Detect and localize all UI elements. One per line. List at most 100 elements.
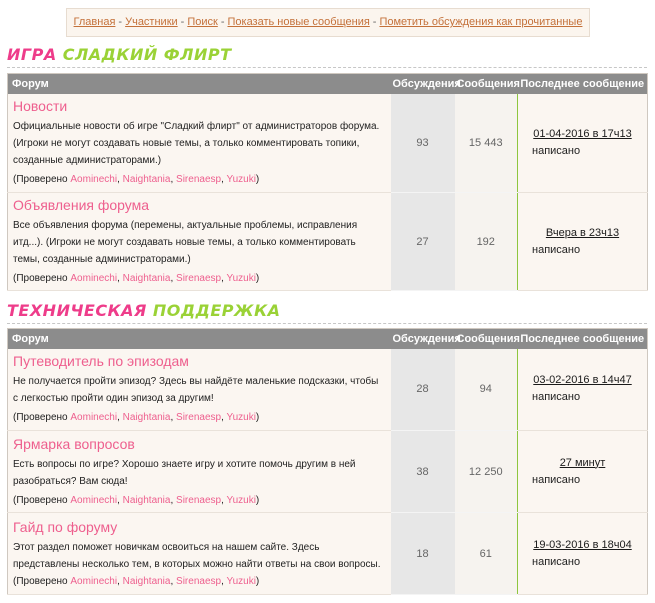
forum-title-link[interactable]: Новости <box>13 97 67 115</box>
forum-description: Все объявления форума (перемены, актуаль… <box>13 220 358 265</box>
header-forum: Форум <box>7 328 391 349</box>
last-post-author: написано <box>532 473 581 486</box>
forum-cell: Объявления форума Все объявления форума … <box>7 192 391 291</box>
nav-separator: - <box>220 16 225 28</box>
header-last-post: Последнее сообщение <box>517 328 648 349</box>
moderators-prefix: (Проверено <box>13 174 68 186</box>
moderator-link[interactable]: Aominechi <box>70 495 117 506</box>
forum-description: Есть вопросы по игре? Хорошо знаете игру… <box>13 458 356 487</box>
moderator-link[interactable]: Yuzuki <box>226 273 255 284</box>
last-post-cell: 19-03-2016 в 18ч04 написано <box>517 512 648 595</box>
forum-row: Новости Официальные новости об игре "Сла… <box>7 93 648 193</box>
category-title-word1: ТЕХНИЧЕСКАЯ <box>7 301 147 320</box>
moderators-prefix: (Проверено <box>13 494 68 506</box>
forum-row: Ярмарка вопросов Есть вопросы по игре? Х… <box>7 430 648 513</box>
forum-table: Форум Обсуждения Сообщения Последнее соо… <box>7 328 648 595</box>
moderators-prefix: (Проверено <box>13 575 68 587</box>
forum-description: Этот раздел поможет новичкам освоиться н… <box>13 541 381 587</box>
topics-count: 93 <box>390 93 455 193</box>
last-post-link[interactable]: 19-03-2016 в 18ч04 <box>518 537 647 554</box>
moderator-link[interactable]: Aominechi <box>70 174 117 185</box>
forum-cell: Путеводитель по эпизодам Не получается п… <box>7 348 391 431</box>
moderator-link[interactable]: Yuzuki <box>226 576 255 587</box>
moderator-link[interactable]: Aominechi <box>70 412 117 423</box>
moderator-link[interactable]: Naightania <box>123 495 171 506</box>
last-post-link[interactable]: 03-02-2016 в 14ч47 <box>518 372 647 389</box>
moderator-link[interactable]: Aominechi <box>70 576 117 587</box>
nav-link-members[interactable]: Участники <box>125 16 178 28</box>
category-divider <box>7 323 647 324</box>
last-post-link[interactable]: Вчера в 23ч13 <box>518 225 647 242</box>
moderators-suffix: ) <box>255 273 260 284</box>
last-post-author: написано <box>532 391 581 404</box>
forum-description-text: Этот раздел поможет новичкам освоиться н… <box>13 541 381 570</box>
topics-count: 27 <box>390 192 455 291</box>
header-posts: Сообщения <box>454 73 520 94</box>
top-navigation: Главная - Участники - Поиск - Показать новые с… <box>66 8 590 37</box>
moderator-link[interactable]: Yuzuki <box>226 495 255 506</box>
topics-count: 18 <box>390 512 455 595</box>
forum-cell: Гайд по форуму Этот раздел поможет нович… <box>7 512 391 595</box>
forum-description: Не получается пройти эпизод? Здесь вы на… <box>13 376 379 405</box>
nav-separator: - <box>118 16 123 28</box>
nav-link-home[interactable]: Главная <box>74 16 116 28</box>
moderators-prefix: (Проверено <box>13 273 68 284</box>
posts-count: 94 <box>454 348 518 431</box>
posts-count: 15 443 <box>454 93 518 193</box>
forum-row: Путеводитель по эпизодам Не получается п… <box>7 348 648 431</box>
moderators-suffix: ) <box>255 412 260 424</box>
nav-link-new-posts[interactable]: Показать новые сообщения <box>227 16 369 28</box>
posts-count: 192 <box>454 192 518 291</box>
forum-description: Официальные новости об игре "Сладкий фли… <box>13 121 380 167</box>
topics-count: 38 <box>390 430 455 513</box>
forum-cell: Новости Официальные новости об игре "Сла… <box>7 93 391 193</box>
moderator-link[interactable]: Sirenaesp <box>176 174 221 185</box>
moderators-suffix: ) <box>255 575 260 587</box>
last-post-cell: Вчера в 23ч13 написано <box>517 192 648 291</box>
header-posts: Сообщения <box>454 328 520 349</box>
nav-separator: - <box>372 16 377 28</box>
nav-link-mark-read[interactable]: Пометить обсуждения как прочитанные <box>379 16 582 28</box>
moderator-link[interactable]: Yuzuki <box>226 174 255 185</box>
category-divider <box>7 67 647 68</box>
moderators: (Проверено Aominechi, Naightania, Sirena… <box>13 494 260 506</box>
moderators-prefix: (Проверено <box>13 412 68 424</box>
posts-count: 12 250 <box>454 430 518 513</box>
forum-row: Объявления форума Все объявления форума … <box>7 192 648 291</box>
forum-title-link[interactable]: Гайд по форуму <box>13 518 117 536</box>
last-post-cell: 01-04-2016 в 17ч13 написано <box>517 93 648 193</box>
table-header-row: Форум Обсуждения Сообщения Последнее соо… <box>7 73 648 94</box>
posts-count: 61 <box>454 512 518 595</box>
moderator-link[interactable]: Naightania <box>123 412 171 423</box>
last-post-cell: 27 минут написано <box>517 430 648 513</box>
forum-cell: Ярмарка вопросов Есть вопросы по игре? Х… <box>7 430 391 513</box>
header-forum: Форум <box>7 73 391 94</box>
moderators-suffix: ) <box>255 494 260 506</box>
moderator-link[interactable]: Naightania <box>123 174 171 185</box>
forum-title-link[interactable]: Объявления форума <box>13 196 149 214</box>
moderator-link[interactable]: Naightania <box>123 273 171 284</box>
moderator-link[interactable]: Sirenaesp <box>176 273 221 284</box>
forum-title-link[interactable]: Путеводитель по эпизодам <box>13 352 189 370</box>
moderator-link[interactable]: Yuzuki <box>226 412 255 423</box>
last-post-link[interactable]: 27 минут <box>518 455 647 472</box>
category-title-word1: ИГРА <box>7 45 57 64</box>
forum-title-link[interactable]: Ярмарка вопросов <box>13 435 135 453</box>
category-title-word2: ПОДДЕРЖКА <box>152 301 281 320</box>
header-topics: Обсуждения <box>390 73 461 94</box>
table-header-row: Форум Обсуждения Сообщения Последнее соо… <box>7 328 648 349</box>
last-post-author: написано <box>532 144 581 157</box>
forum-table: Форум Обсуждения Сообщения Последнее соо… <box>7 73 648 291</box>
moderator-link[interactable]: Aominechi <box>70 273 117 284</box>
moderator-link[interactable]: Sirenaesp <box>176 412 221 423</box>
forum-row: Гайд по форуму Этот раздел поможет нович… <box>7 512 648 595</box>
moderator-link[interactable]: Sirenaesp <box>176 495 221 506</box>
last-post-author: написано <box>532 555 581 568</box>
category-heading: ТЕХНИЧЕСКАЯ ПОДДЕРЖКА <box>7 301 281 323</box>
moderators-suffix: ) <box>255 174 260 186</box>
header-last-post: Последнее сообщение <box>517 73 648 94</box>
moderator-link[interactable]: Sirenaesp <box>176 576 221 587</box>
nav-link-search[interactable]: Поиск <box>187 16 217 28</box>
last-post-link[interactable]: 01-04-2016 в 17ч13 <box>518 126 647 143</box>
moderator-link[interactable]: Naightania <box>123 576 171 587</box>
